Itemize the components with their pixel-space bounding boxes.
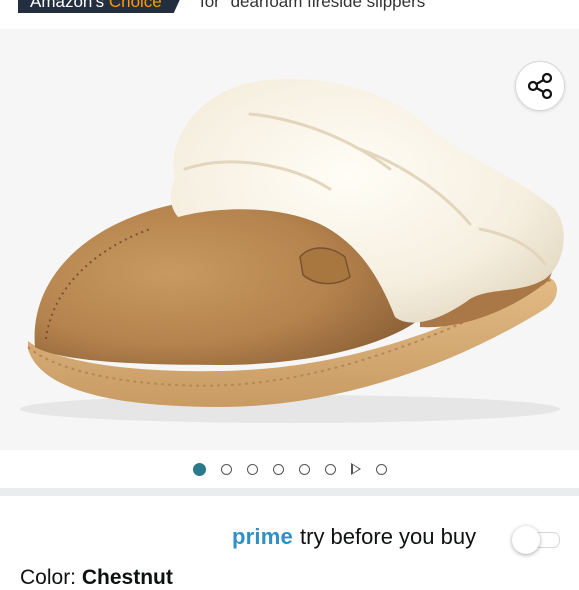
carousel-dot[interactable] bbox=[298, 463, 310, 475]
section-divider bbox=[0, 488, 579, 496]
carousel-dot[interactable] bbox=[375, 463, 387, 475]
carousel-dot[interactable] bbox=[272, 463, 284, 475]
badge-highlight: Choice bbox=[108, 0, 162, 11]
product-image[interactable] bbox=[0, 29, 579, 450]
carousel-dot[interactable] bbox=[220, 463, 232, 475]
color-selection: Color: Chestnut bbox=[20, 566, 173, 590]
carousel-dot[interactable] bbox=[324, 463, 336, 475]
carousel-indicator bbox=[0, 450, 579, 488]
top-bar: Amazon's Choice for "dearfoam fireside s… bbox=[0, 0, 579, 16]
color-label: Color: bbox=[20, 566, 82, 589]
amazons-choice-badge[interactable]: Amazon's Choice bbox=[18, 0, 184, 13]
badge-for-text: for "dearfoam fireside slippers" bbox=[200, 0, 432, 11]
carousel-dot[interactable] bbox=[192, 462, 206, 476]
toggle-knob bbox=[512, 526, 540, 554]
color-value: Chestnut bbox=[81, 566, 173, 589]
prime-try-toggle[interactable] bbox=[512, 526, 560, 554]
prime-tagline: try before you buy bbox=[300, 524, 477, 549]
video-play-icon[interactable] bbox=[350, 463, 361, 475]
share-icon bbox=[525, 71, 555, 101]
carousel-dot[interactable] bbox=[246, 463, 258, 475]
prime-logo-text: prime bbox=[232, 524, 293, 549]
badge-prefix: Amazon's bbox=[30, 0, 105, 11]
slipper-illustration bbox=[20, 79, 564, 423]
prime-try-before-you-buy-row: prime try before you buy bbox=[0, 510, 579, 562]
share-button[interactable] bbox=[515, 61, 565, 111]
